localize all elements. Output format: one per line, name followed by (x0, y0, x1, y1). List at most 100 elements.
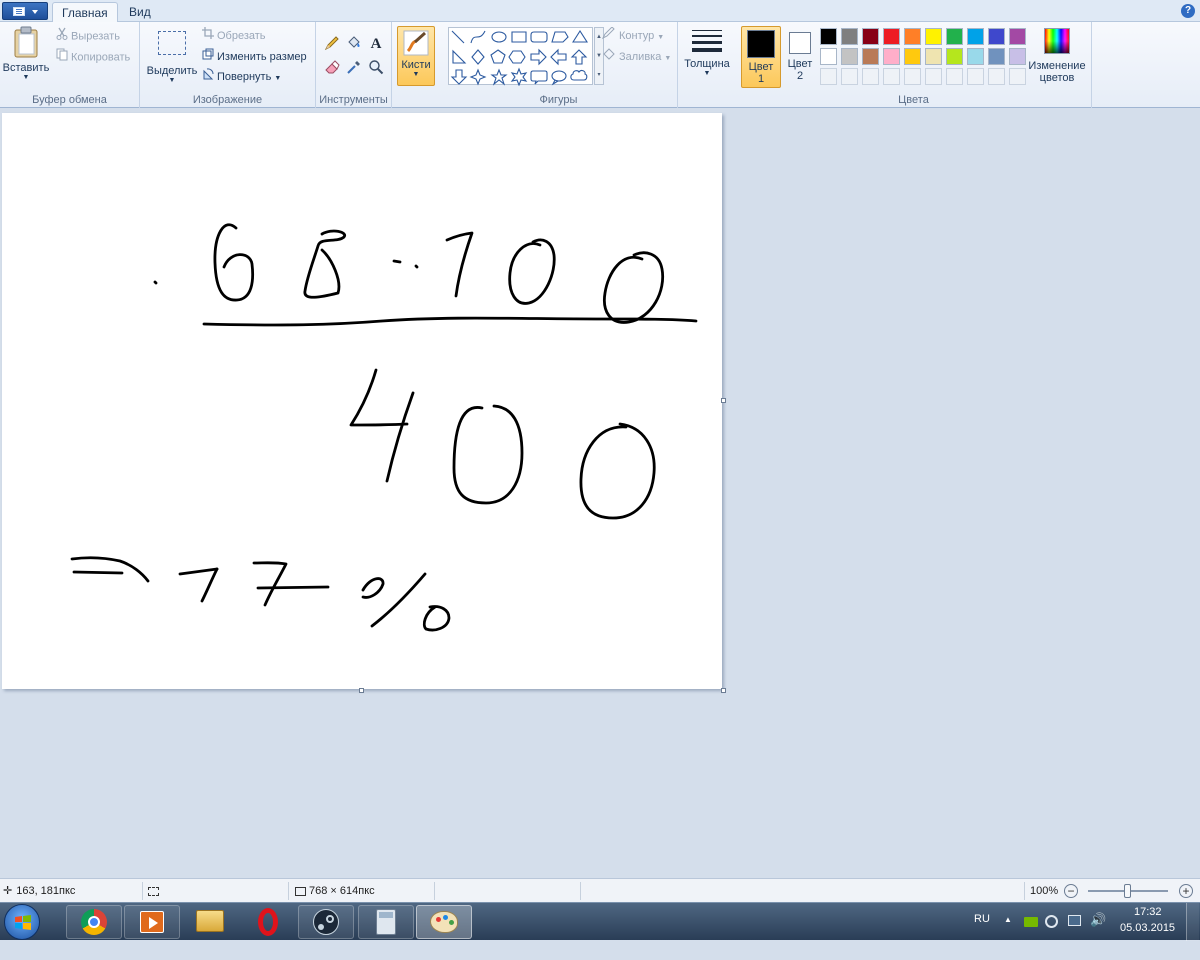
tray-expand-icon[interactable]: ▲ (1004, 915, 1012, 924)
cloud-callout-icon[interactable] (570, 69, 588, 81)
color-swatch[interactable] (925, 48, 942, 65)
eraser-tool[interactable] (322, 58, 342, 78)
custom-color-slot[interactable] (904, 68, 921, 85)
polygon-shape-icon[interactable] (551, 31, 569, 43)
custom-color-slot[interactable] (1009, 68, 1026, 85)
taskbar-opera[interactable] (240, 905, 296, 939)
custom-color-slot[interactable] (862, 68, 879, 85)
color-swatch[interactable] (988, 48, 1005, 65)
resize-handle-right[interactable] (721, 398, 726, 403)
language-indicator[interactable]: RU (974, 913, 990, 925)
color-swatch[interactable] (862, 28, 879, 45)
copy-button[interactable]: Копировать (56, 48, 130, 66)
custom-color-slot[interactable] (841, 68, 858, 85)
tab-home[interactable]: Главная (52, 2, 118, 23)
shapes-gallery[interactable] (448, 27, 593, 87)
resize-button[interactable]: Изменить размер (202, 48, 307, 66)
steam-tray-icon[interactable] (1045, 915, 1058, 928)
custom-color-slot[interactable] (925, 68, 942, 85)
outline-button[interactable]: Контур ▼ (601, 26, 664, 45)
clock-time[interactable]: 17:32 (1134, 906, 1162, 918)
canvas-area[interactable] (0, 108, 1200, 878)
color-swatch[interactable] (883, 28, 900, 45)
color-swatch[interactable] (946, 28, 963, 45)
color-swatch[interactable] (988, 28, 1005, 45)
custom-color-slot[interactable] (820, 68, 837, 85)
color1-button[interactable]: Цвет 1 (741, 26, 781, 88)
show-desktop-button[interactable] (1186, 903, 1199, 941)
brushes-button[interactable]: Кисти ▼ (397, 26, 435, 86)
line-shape-icon[interactable] (451, 30, 465, 44)
six-point-star-icon[interactable] (510, 67, 528, 87)
zoom-in-button[interactable]: + (1179, 884, 1193, 898)
color-swatch[interactable] (862, 48, 879, 65)
crop-button[interactable]: Обрезать (202, 27, 266, 45)
color-swatch[interactable] (967, 28, 984, 45)
up-arrow-shape-icon[interactable] (570, 49, 588, 65)
left-arrow-shape-icon[interactable] (550, 48, 567, 66)
color2-button[interactable]: Цвет 2 (784, 26, 816, 88)
taskbar-explorer[interactable] (182, 905, 238, 939)
drawing-canvas[interactable] (2, 113, 722, 689)
oval-shape-icon[interactable] (491, 31, 507, 43)
curve-shape-icon[interactable] (470, 30, 486, 44)
rotate-button[interactable]: Повернуть ▼ (202, 68, 281, 86)
resize-handle-corner[interactable] (721, 688, 726, 693)
taskbar-media-player[interactable] (124, 905, 180, 939)
color-swatch[interactable] (904, 48, 921, 65)
color-swatch[interactable] (1009, 28, 1026, 45)
pentagon-shape-icon[interactable] (490, 49, 506, 64)
help-icon[interactable]: ? (1181, 4, 1195, 18)
edit-colors-button[interactable]: Изменение цветов (1028, 26, 1086, 88)
text-tool[interactable]: A (366, 34, 386, 54)
custom-color-slot[interactable] (883, 68, 900, 85)
custom-color-slot[interactable] (946, 68, 963, 85)
tab-view[interactable]: Вид (120, 2, 160, 23)
magnifier-tool[interactable] (366, 58, 386, 78)
color-swatch[interactable] (883, 48, 900, 65)
taskbar-steam[interactable] (298, 905, 354, 939)
zoom-out-button[interactable]: − (1064, 884, 1078, 898)
color-swatch[interactable] (820, 48, 837, 65)
rounded-rectangle-shape-icon[interactable] (530, 31, 548, 43)
select-button[interactable]: Выделить ▼ (146, 28, 198, 88)
hexagon-shape-icon[interactable] (508, 50, 526, 64)
fill-tool[interactable] (344, 34, 364, 54)
down-arrow-shape-icon[interactable] (450, 69, 468, 85)
paint-menu-button[interactable] (2, 2, 48, 20)
network-tray-icon[interactable] (1068, 915, 1081, 926)
color-picker-tool[interactable] (344, 58, 364, 78)
color-swatch[interactable] (925, 28, 942, 45)
volume-tray-icon[interactable]: 🔊 (1090, 912, 1106, 928)
oval-callout-icon[interactable] (551, 70, 567, 86)
taskbar-calculator[interactable] (358, 905, 414, 939)
color-swatch[interactable] (841, 28, 858, 45)
five-point-star-icon[interactable] (490, 68, 508, 86)
rectangle-shape-icon[interactable] (511, 31, 527, 43)
pencil-tool[interactable] (322, 34, 342, 54)
color-swatch[interactable] (1009, 48, 1026, 65)
paste-button[interactable]: Вставить ▼ (2, 26, 50, 88)
color-swatch[interactable] (904, 28, 921, 45)
fill-shape-button[interactable]: Заливка ▼ (602, 48, 671, 66)
size-button[interactable]: Толщина ▼ (682, 26, 732, 88)
custom-color-slot[interactable] (988, 68, 1005, 85)
zoom-slider-thumb[interactable] (1124, 884, 1131, 898)
four-point-star-icon[interactable] (469, 68, 487, 86)
resize-handle-bottom[interactable] (359, 688, 364, 693)
cut-button[interactable]: Вырезать (56, 27, 120, 45)
start-button[interactable] (4, 904, 40, 940)
right-arrow-shape-icon[interactable] (530, 48, 547, 66)
color-swatch[interactable] (841, 48, 858, 65)
color-swatch[interactable] (967, 48, 984, 65)
diamond-shape-icon[interactable] (471, 49, 485, 65)
custom-color-slot[interactable] (967, 68, 984, 85)
triangle-shape-icon[interactable] (571, 29, 589, 43)
right-triangle-shape-icon[interactable] (452, 49, 467, 64)
nvidia-tray-icon[interactable] (1024, 917, 1038, 927)
clock-date[interactable]: 05.03.2015 (1120, 922, 1175, 934)
color-swatch[interactable] (946, 48, 963, 65)
taskbar-paint[interactable] (416, 905, 472, 939)
color-swatch[interactable] (820, 28, 837, 45)
rounded-callout-icon[interactable] (530, 70, 548, 85)
